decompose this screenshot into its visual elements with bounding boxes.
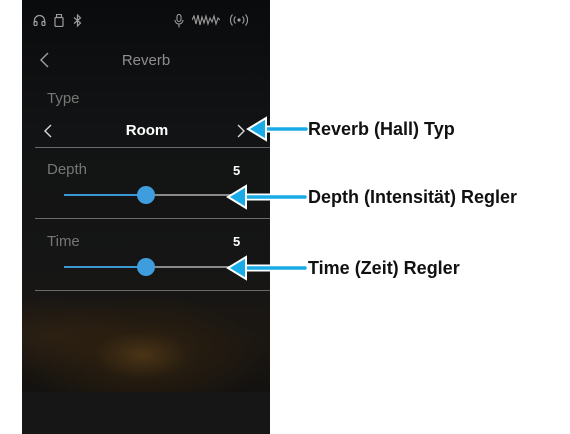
callout-time-slider: Time (Zeit) Regler — [308, 258, 460, 278]
callout-arrow-type — [246, 116, 310, 142]
callout-arrow-time — [226, 255, 309, 281]
callout-depth-slider: Depth (Intensität) Regler — [308, 187, 518, 207]
callout-arrow-depth — [226, 184, 309, 210]
callout-reverb-type: Reverb (Hall) Typ — [308, 119, 455, 139]
callout-arrows — [226, 116, 310, 281]
